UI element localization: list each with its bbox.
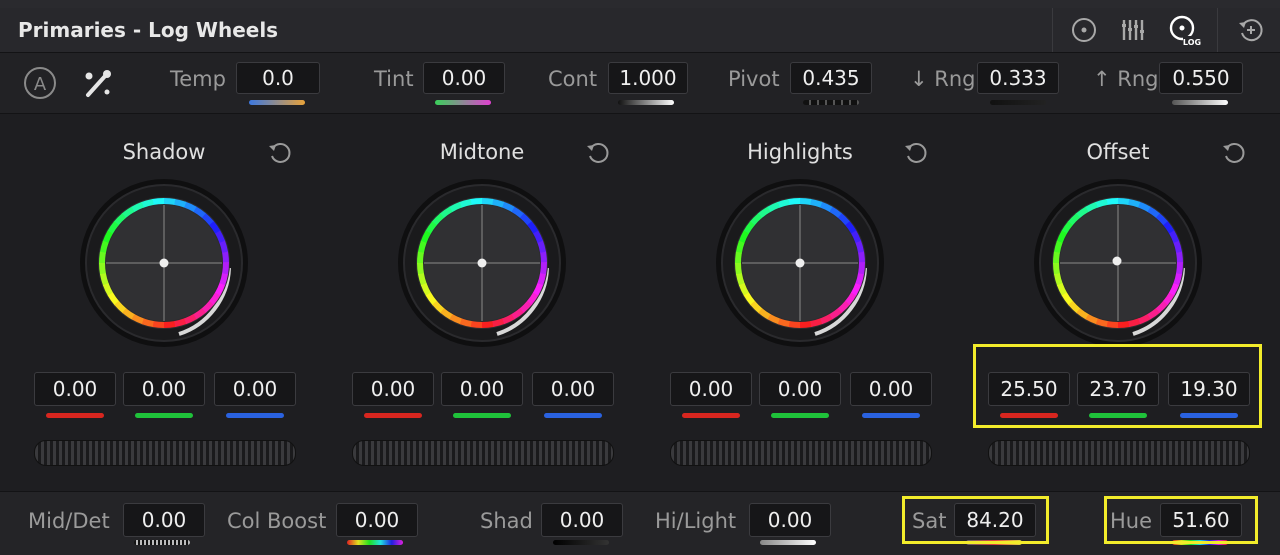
eyedropper-icon[interactable] (80, 65, 116, 101)
shadow-red-field[interactable]: 0.00 (34, 372, 116, 406)
panel-header: Primaries - Log Wheels LOG (0, 8, 1280, 53)
bars-icon[interactable] (1119, 16, 1147, 44)
shadow-color-wheel[interactable] (79, 178, 249, 348)
temp-label: Temp (170, 67, 226, 91)
tint-label: Tint (374, 67, 414, 91)
primaries-toolbar: A Temp 0.0 Tint 0.00 Cont 1.000 Pivot 0.… (0, 53, 1280, 114)
shadow-blue-bar (226, 413, 284, 418)
midtone-red-field[interactable]: 0.00 (352, 372, 434, 406)
mid-detail-label: Mid/Det (28, 509, 110, 533)
highlights-green-field[interactable]: 0.00 (759, 372, 841, 406)
shadow-green-bar (135, 413, 193, 418)
page-title: Primaries - Log Wheels (18, 18, 279, 42)
highlights-field[interactable]: 0.00 (749, 503, 831, 537)
shadow-blue-field[interactable]: 0.00 (214, 372, 296, 406)
shadow-reset-icon[interactable] (267, 140, 293, 166)
highlights-red-field[interactable]: 0.00 (670, 372, 752, 406)
highlights-wheel-panel: Highlights 0.00 0.00 0.00 (641, 114, 959, 490)
midtone-blue-field[interactable]: 0.00 (532, 372, 614, 406)
midtone-wheel-panel: Midtone 0.00 0.00 0.00 (323, 114, 641, 490)
color-boost-field[interactable]: 0.00 (336, 503, 418, 537)
pivot-label: Pivot (728, 67, 780, 91)
log-icon[interactable]: LOG (1167, 12, 1203, 48)
pivot-slider[interactable] (803, 100, 859, 105)
bottom-controls: Mid/Det 0.00 Col Boost 0.00 Shad 0.00 Hi… (0, 491, 1280, 555)
low-range-label: ↓ Rng (910, 67, 976, 91)
highlights-blue-bar (862, 413, 920, 418)
highlights-color-wheel[interactable] (715, 178, 885, 348)
high-range-field[interactable]: 0.550 (1159, 62, 1243, 94)
highlights-master-wheel[interactable] (670, 440, 932, 466)
color-boost-slider[interactable] (347, 540, 403, 545)
mode-switcher: LOG (1052, 8, 1280, 52)
offset-color-wheel[interactable] (1033, 178, 1203, 348)
mid-detail-field[interactable]: 0.00 (123, 503, 205, 537)
midtone-red-bar (364, 413, 422, 418)
midtone-blue-bar (544, 413, 602, 418)
svg-text:LOG: LOG (1183, 38, 1201, 47)
shadows-label: Shad (480, 509, 533, 533)
shadows-field[interactable]: 0.00 (541, 503, 623, 537)
offset-master-wheel[interactable] (988, 440, 1250, 466)
midtone-green-bar (453, 413, 511, 418)
high-range-label: ↑ Rng (1093, 67, 1159, 91)
sat-highlight (902, 496, 1049, 544)
svg-text:A: A (34, 74, 47, 95)
color-wheels-icon[interactable] (1070, 16, 1098, 44)
highlights-reset-icon[interactable] (903, 140, 929, 166)
highlights-red-bar (682, 413, 740, 418)
offset-values-highlight (973, 344, 1262, 428)
shadow-master-wheel[interactable] (34, 440, 296, 466)
cont-label: Cont (548, 67, 598, 91)
low-range-slider[interactable] (990, 100, 1046, 105)
contrast-slider[interactable] (618, 100, 674, 105)
temp-field[interactable]: 0.0 (236, 62, 320, 94)
tint-field[interactable]: 0.00 (423, 62, 505, 94)
highlights-blue-field[interactable]: 0.00 (850, 372, 932, 406)
reset-all-icon[interactable] (1237, 16, 1265, 44)
offset-wheel-panel: Offset 25.50 23.70 19.30 (959, 114, 1277, 490)
offset-reset-icon[interactable] (1221, 140, 1247, 166)
shadow-green-field[interactable]: 0.00 (123, 372, 205, 406)
auto-balance-button[interactable]: A (22, 65, 58, 101)
shadow-red-bar (46, 413, 104, 418)
midtone-green-field[interactable]: 0.00 (441, 372, 523, 406)
midtone-master-wheel[interactable] (352, 440, 614, 466)
shadow-wheel-panel: Shadow 0.00 0.00 0.00 (5, 114, 323, 490)
mid-detail-slider[interactable] (134, 540, 190, 545)
midtone-color-wheel[interactable] (397, 178, 567, 348)
tint-slider[interactable] (435, 100, 491, 105)
highlights-green-bar (771, 413, 829, 418)
pivot-field[interactable]: 0.435 (790, 62, 872, 94)
temp-slider[interactable] (249, 100, 305, 105)
contrast-field[interactable]: 1.000 (608, 62, 688, 94)
high-range-slider[interactable] (1172, 100, 1228, 105)
midtone-reset-icon[interactable] (585, 140, 611, 166)
color-boost-label: Col Boost (227, 509, 327, 533)
hue-highlight (1104, 496, 1258, 544)
shadows-slider[interactable] (553, 540, 609, 545)
highlights-slider[interactable] (760, 540, 816, 545)
highlights-label: Hi/Light (655, 509, 737, 533)
low-range-field[interactable]: 0.333 (977, 62, 1059, 94)
